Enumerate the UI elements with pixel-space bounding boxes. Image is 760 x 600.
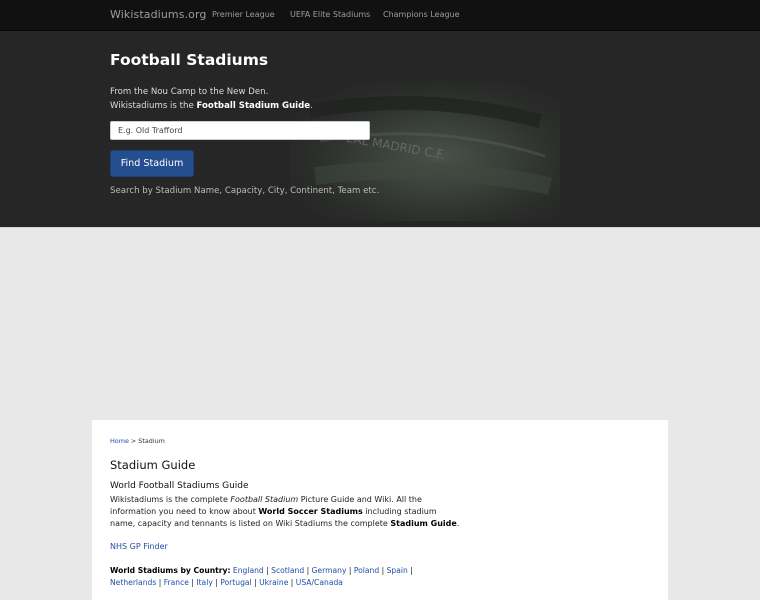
- search-hint: Search by Stadium Name, Capacity, City, …: [110, 186, 380, 196]
- breadcrumb-current: Stadium: [138, 437, 165, 445]
- hero-banner: EAL MADRID C.F. Football Stadiums From t…: [0, 31, 760, 227]
- intro-paragraph: Wikistadiums is the complete Football St…: [110, 495, 460, 528]
- stadium-search-input[interactable]: E.g. Old Trafford: [110, 121, 370, 140]
- find-stadium-button[interactable]: Find Stadium: [110, 150, 194, 177]
- country-link-germany[interactable]: Germany: [312, 566, 347, 575]
- nhs-gp-finder-link[interactable]: NHS GP Finder: [110, 542, 168, 551]
- stadium-background-image: EAL MADRID C.F.: [290, 81, 560, 221]
- country-link-netherlands[interactable]: Netherlands: [110, 578, 156, 587]
- top-navbar: Wikistadiums.org Premier League UEFA Eli…: [0, 0, 760, 31]
- ad-placeholder: [0, 227, 760, 421]
- hero-tagline: From the Nou Camp to the New Den. Wikist…: [110, 85, 313, 113]
- country-link-scotland[interactable]: Scotland: [271, 566, 304, 575]
- country-link-portugal[interactable]: Portugal: [220, 578, 251, 587]
- breadcrumb: Home > Stadium: [110, 437, 165, 445]
- breadcrumb-home-link[interactable]: Home: [110, 437, 129, 445]
- countries-list: World Stadiums by Country: England | Sco…: [110, 566, 413, 587]
- nav-link-premier-league[interactable]: Premier League: [212, 10, 275, 19]
- nav-link-champions-league[interactable]: Champions League: [383, 10, 460, 19]
- page-title: Football Stadiums: [110, 51, 269, 69]
- main-content: Home > Stadium Stadium Guide World Footb…: [92, 420, 668, 600]
- country-link-usa-canada[interactable]: USA/Canada: [296, 578, 343, 587]
- world-stadiums-subheading: World Football Stadiums Guide: [110, 481, 249, 491]
- country-link-italy[interactable]: Italy: [196, 578, 212, 587]
- country-link-england[interactable]: England: [233, 566, 264, 575]
- hero-tagline-line2: Wikistadiums is the Football Stadium Gui…: [110, 101, 313, 111]
- country-link-france[interactable]: France: [164, 578, 189, 587]
- stadium-guide-heading: Stadium Guide: [110, 458, 196, 472]
- country-link-poland[interactable]: Poland: [354, 566, 379, 575]
- country-link-ukraine[interactable]: Ukraine: [259, 578, 288, 587]
- country-link-spain[interactable]: Spain: [387, 566, 408, 575]
- countries-label: World Stadiums by Country:: [110, 566, 231, 575]
- nav-link-uefa-elite-stadiums[interactable]: UEFA Elite Stadiums: [290, 10, 370, 19]
- hero-tagline-line1: From the Nou Camp to the New Den.: [110, 87, 269, 97]
- site-brand[interactable]: Wikistadiums.org: [110, 8, 207, 21]
